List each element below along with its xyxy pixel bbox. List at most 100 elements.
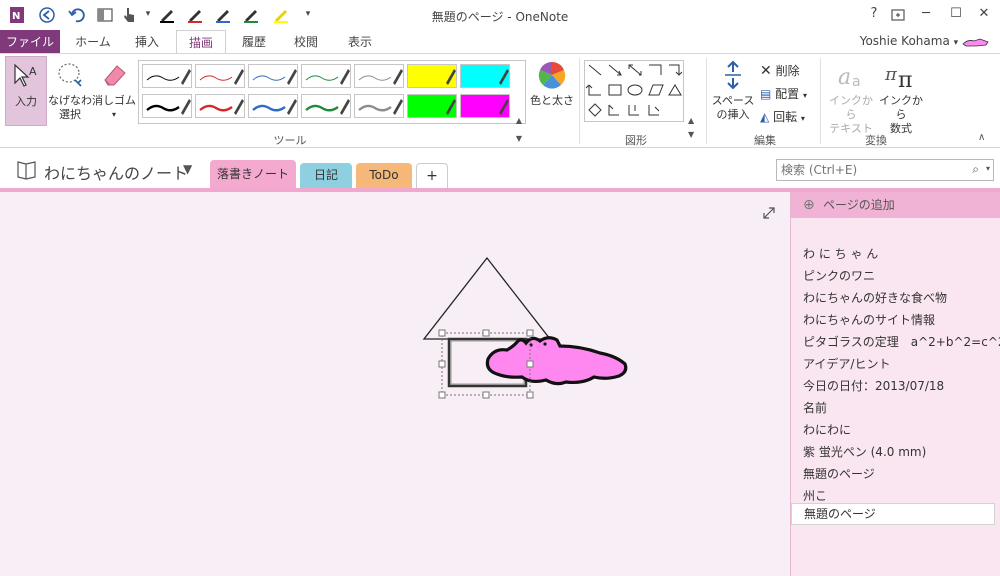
fullscreen-icon[interactable] bbox=[889, 6, 907, 24]
drawing[interactable] bbox=[0, 188, 790, 568]
user-account[interactable]: Yoshie Kohama ▾ bbox=[860, 34, 990, 48]
shapes-scroll-down[interactable]: ▼ bbox=[688, 130, 700, 144]
section-tab-2[interactable]: ToDo bbox=[356, 163, 412, 188]
tab-home[interactable]: ホーム bbox=[68, 30, 118, 54]
minimize-button[interactable]: ─ bbox=[914, 4, 938, 24]
eraser-dropdown-icon: ▾ bbox=[111, 110, 116, 119]
separator-2 bbox=[706, 58, 707, 144]
ink-to-math-label-1: インクから bbox=[879, 94, 923, 121]
color-wheel-icon bbox=[538, 62, 566, 89]
add-section-tab[interactable]: + bbox=[416, 163, 448, 188]
page-item[interactable]: わ に ち ゃ ん bbox=[803, 245, 878, 262]
pen-gallery-scroll-up[interactable]: ▲ bbox=[512, 116, 526, 134]
tab-draw[interactable]: 描画 bbox=[176, 30, 226, 55]
shapes-group-label: 図形 bbox=[625, 134, 647, 147]
pen-swatch-icon bbox=[305, 69, 350, 85]
collapse-ribbon-icon[interactable]: ∧ bbox=[978, 132, 985, 143]
insert-space-button[interactable]: スペース の挿入 bbox=[710, 56, 756, 126]
pen-option-2[interactable] bbox=[248, 64, 298, 88]
pen-option-8[interactable] bbox=[195, 94, 245, 118]
add-page-icon: ⊕ bbox=[803, 197, 815, 213]
ink-to-math-button[interactable]: π π インクから 数式 bbox=[876, 56, 926, 135]
pen-swatch-icon bbox=[461, 65, 509, 87]
page-item[interactable]: 今日の日付：2013/07/18 bbox=[803, 377, 944, 394]
page-item[interactable]: わにちゃんのサイト情報 bbox=[803, 311, 935, 328]
lasso-select-button[interactable]: なげなわ 選択 bbox=[48, 56, 92, 126]
svg-text:a: a bbox=[852, 74, 861, 90]
rotate-dropdown-icon: ▾ bbox=[800, 114, 805, 123]
shapes-scroll-up[interactable]: ▲ bbox=[688, 116, 700, 130]
notebook-name[interactable]: わにちゃんのノート bbox=[44, 160, 188, 184]
search-icon[interactable]: ⌕ bbox=[972, 162, 979, 177]
notebook-dropdown-icon[interactable]: ▼ bbox=[183, 162, 192, 176]
tab-history[interactable]: 履歴 bbox=[232, 30, 276, 54]
add-page-button[interactable]: ⊕ ページの追加 bbox=[791, 192, 1000, 218]
eraser-button[interactable]: 消しゴム ▾ bbox=[92, 56, 136, 126]
page-item[interactable]: 州こ bbox=[803, 487, 827, 504]
pen-option-0[interactable] bbox=[142, 64, 192, 88]
triangle-shape bbox=[422, 256, 552, 340]
user-dropdown-icon: ▾ bbox=[953, 38, 959, 48]
lasso-label-2: 選択 bbox=[59, 108, 81, 121]
svg-text:A: A bbox=[29, 65, 37, 78]
pen-swatch-icon bbox=[408, 95, 456, 117]
tab-view[interactable]: 表示 bbox=[338, 30, 382, 54]
arrange-icon: ▤ bbox=[760, 87, 772, 101]
pen-option-10[interactable] bbox=[301, 94, 351, 118]
page-item-selected[interactable]: 無題のページ bbox=[791, 503, 995, 525]
page-item[interactable]: 紫 蛍光ペン (4.0 mm) bbox=[803, 443, 926, 460]
convert-group-label: 変換 bbox=[865, 134, 887, 147]
shapes-icons bbox=[585, 64, 683, 117]
page-item[interactable]: ピタゴラスの定理 a^2+b^2=c^2 bbox=[803, 333, 1000, 350]
pen-option-4[interactable] bbox=[354, 64, 404, 88]
page-item[interactable]: ピンクのワニ bbox=[803, 267, 875, 284]
pen-option-6[interactable] bbox=[460, 64, 510, 88]
crocodile-drawing bbox=[485, 336, 628, 386]
pen-option-3[interactable] bbox=[301, 64, 351, 88]
section-tab-0[interactable]: 落書きノート bbox=[210, 160, 296, 188]
pen-option-11[interactable] bbox=[354, 94, 404, 118]
arrange-button[interactable]: ▤ 配置 ▾ bbox=[760, 85, 807, 102]
rotate-button[interactable]: ◭ 回転 ▾ bbox=[760, 108, 805, 125]
input-button[interactable]: A 入力 bbox=[5, 56, 47, 126]
pen-swatch-icon bbox=[199, 99, 244, 115]
page-item[interactable]: アイデア/ヒント bbox=[803, 355, 890, 372]
maximize-button[interactable]: ☐ bbox=[944, 4, 968, 24]
window-title: 無題のページ - OneNote bbox=[431, 10, 569, 24]
arrange-dropdown-icon: ▾ bbox=[803, 91, 808, 100]
page-item[interactable]: わにわに bbox=[803, 421, 851, 438]
tab-review[interactable]: 校閲 bbox=[284, 30, 328, 54]
pen-gallery bbox=[138, 60, 526, 124]
pen-option-12[interactable] bbox=[407, 94, 457, 118]
crocodile-avatar-icon bbox=[962, 38, 989, 46]
pen-option-5[interactable] bbox=[407, 64, 457, 88]
page-canvas[interactable] bbox=[0, 188, 790, 576]
lasso-icon bbox=[58, 63, 82, 87]
delete-button[interactable]: ✕ 削除 bbox=[760, 62, 800, 79]
search-scope-dropdown-icon[interactable]: ▾ bbox=[986, 164, 990, 173]
pen-option-7[interactable] bbox=[142, 94, 192, 118]
page-item[interactable]: わにちゃんの好きな食べ物 bbox=[803, 289, 947, 306]
section-tab-1[interactable]: 日記 bbox=[300, 163, 352, 188]
pen-swatch-icon bbox=[146, 69, 191, 85]
page-item[interactable]: 名前 bbox=[803, 399, 827, 416]
pen-swatch-icon bbox=[252, 69, 297, 85]
pen-option-1[interactable] bbox=[195, 64, 245, 88]
arrange-label: 配置 bbox=[775, 87, 800, 101]
ink-to-text-button[interactable]: a a インクから テキスト bbox=[826, 56, 876, 135]
tab-insert[interactable]: 挿入 bbox=[126, 30, 168, 54]
search-input[interactable] bbox=[777, 160, 957, 180]
notebook-icon bbox=[17, 161, 36, 180]
close-button[interactable]: ✕ bbox=[972, 4, 996, 24]
delete-label: 削除 bbox=[775, 64, 800, 78]
help-button[interactable]: ? bbox=[862, 4, 886, 24]
page-item[interactable]: 無題のページ bbox=[803, 465, 875, 482]
lasso-label-1: なげなわ bbox=[48, 94, 92, 107]
svg-text:π: π bbox=[884, 64, 898, 85]
color-thickness-button[interactable]: 色と太さ bbox=[528, 56, 576, 126]
pen-option-13[interactable] bbox=[460, 94, 510, 118]
search-box[interactable]: ⌕ ▾ bbox=[776, 159, 994, 181]
tab-file[interactable]: ファイル bbox=[0, 30, 60, 54]
page-list-pane: ⊕ ページの追加 わ に ち ゃ んピンクのワニわにちゃんの好きな食べ物 わにちゃ… bbox=[790, 188, 1000, 576]
pen-option-9[interactable] bbox=[248, 94, 298, 118]
